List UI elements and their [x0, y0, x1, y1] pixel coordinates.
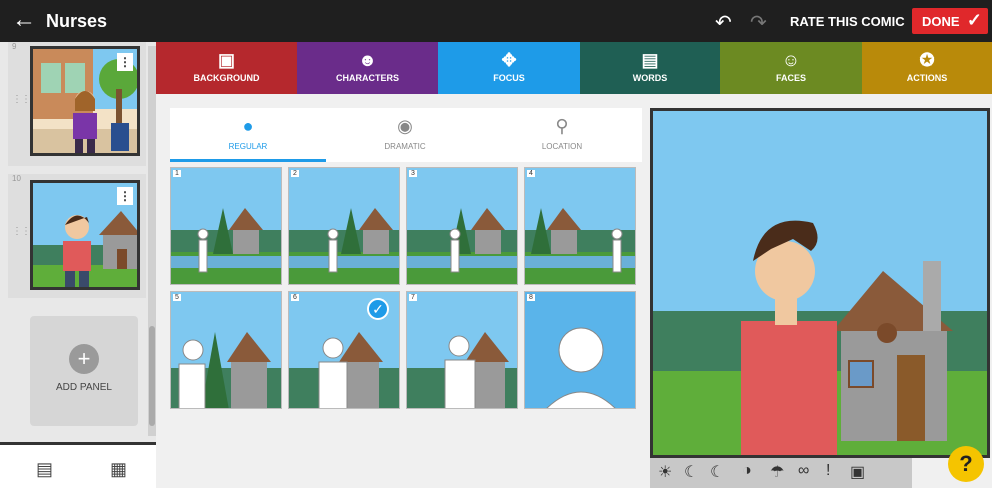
tab-background[interactable]: ▣ BACKGROUND	[156, 42, 297, 94]
tab-focus[interactable]: ✥ FOCUS	[438, 42, 580, 94]
subtab-location[interactable]: ⚲ LOCATION	[484, 108, 640, 162]
tab-faces[interactable]: ☺ FACES	[720, 42, 862, 94]
panel-slot-10[interactable]: 10 ⋮⋮ ⋮	[8, 174, 146, 298]
closeup-image	[525, 292, 635, 408]
add-panel-button[interactable]: + ADD PANEL	[30, 316, 138, 426]
panel-sidebar: 9 ⋮⋮ ⋮ 10 ⋮⋮ ⋮ + ADD PANEL ▤ ▦	[0, 42, 156, 488]
subtab-label: LOCATION	[541, 142, 583, 151]
panel-slot-9[interactable]: 9 ⋮⋮ ⋮	[8, 42, 146, 166]
tab-label: CHARACTERS	[336, 73, 399, 83]
comic-title: Nurses	[46, 11, 108, 31]
image-icon: ▣	[217, 50, 235, 70]
layout-bar: ▤ ▦	[0, 442, 156, 488]
tile-number: 1	[173, 170, 181, 177]
sun-icon[interactable]: ☀	[658, 462, 672, 482]
grid-layout-icon[interactable]: ▦	[110, 459, 127, 480]
scene-medium-image	[171, 292, 281, 408]
focus-option[interactable]: 7	[406, 291, 518, 409]
panel-number: 10	[12, 174, 21, 183]
subtab-label: DRAMATIC	[384, 142, 426, 151]
scrollbar-thumb[interactable]	[149, 326, 155, 426]
tile-number: 7	[409, 294, 417, 301]
focus-subtabs: ● REGULAR ◉ DRAMATIC ⚲ LOCATION	[170, 108, 642, 162]
redo-icon[interactable]: ↷	[750, 10, 767, 35]
tile-number: 6	[291, 294, 299, 301]
done-button[interactable]: DONE ✓	[912, 8, 988, 34]
top-bar: ← Nurses ↶ ↷ RATE THIS COMIC DONE ✓	[0, 0, 992, 42]
scene-wide-image	[407, 168, 517, 284]
speech-bubble-icon: ▤	[641, 50, 659, 70]
smiley-icon: ☺	[781, 50, 801, 70]
scene-wide-image	[289, 168, 399, 284]
plus-icon: +	[69, 344, 99, 374]
undo-icon[interactable]: ↶	[715, 10, 732, 35]
camera-icon[interactable]: ▣	[850, 462, 865, 482]
tab-actions[interactable]: ✪ ACTIONS	[862, 42, 992, 94]
done-label: DONE	[922, 14, 960, 29]
drag-handle-icon[interactable]: ⋮⋮	[12, 94, 31, 105]
sidebar-scrollbar[interactable]	[148, 46, 156, 436]
tile-number: 4	[527, 170, 535, 177]
scene-medium-image	[407, 292, 517, 408]
drag-handle-icon[interactable]: ⋮⋮	[12, 226, 31, 237]
swirl-icon[interactable]: ∞	[798, 462, 809, 480]
tab-label: ACTIONS	[906, 73, 948, 83]
tile-number: 8	[527, 294, 535, 301]
face-icon: ☻	[358, 50, 377, 70]
effects-toolbar: ☀ ☾ ☾ ◑ ☂ ∞ ! ▣	[650, 458, 912, 488]
location-pin-icon: ⚲	[555, 116, 569, 136]
tile-number: 5	[173, 294, 181, 301]
subtab-label: REGULAR	[228, 142, 268, 151]
panel-thumbnail[interactable]: ⋮	[30, 180, 140, 290]
running-figure-icon: ✪	[919, 50, 935, 70]
focus-option-selected[interactable]: 6 ✓	[288, 291, 400, 409]
focus-arrows-icon: ✥	[501, 50, 517, 70]
tile-number: 2	[291, 170, 299, 177]
focus-option[interactable]: 1	[170, 167, 282, 285]
focus-option[interactable]: 4	[524, 167, 636, 285]
focus-option[interactable]: 8	[524, 291, 636, 409]
tab-label: FACES	[775, 73, 806, 83]
moon-icon[interactable]: ☾	[684, 462, 698, 482]
stacked-layout-icon[interactable]: ▤	[36, 459, 53, 480]
rain-icon[interactable]: ☂	[770, 462, 784, 482]
panel-number: 9	[12, 42, 17, 51]
tab-characters[interactable]: ☻ CHARACTERS	[297, 42, 438, 94]
add-panel-label: ADD PANEL	[56, 382, 112, 393]
back-arrow-icon[interactable]: ←	[12, 8, 36, 32]
focus-option[interactable]: 3	[406, 167, 518, 285]
tab-label: BACKGROUND	[193, 73, 260, 83]
panel-menu-icon[interactable]: ⋮	[117, 53, 133, 71]
scene-wide-image	[525, 168, 635, 284]
editor-tabs: ▣ BACKGROUND ☻ CHARACTERS ✥ FOCUS ▤ WORD…	[156, 42, 992, 94]
tab-label: FOCUS	[493, 73, 525, 83]
comic-preview[interactable]	[650, 108, 990, 458]
check-icon: ✓	[966, 10, 982, 30]
exclamation-icon[interactable]: !	[826, 462, 830, 480]
scene-wide-image	[171, 168, 281, 284]
focus-option[interactable]: 2	[288, 167, 400, 285]
people-icon: ◉	[397, 116, 413, 136]
panel-thumbnail[interactable]: ⋮	[30, 46, 140, 156]
tile-number: 3	[409, 170, 417, 177]
subtab-regular[interactable]: ● REGULAR	[170, 108, 326, 162]
eclipse-icon[interactable]: ◑	[742, 462, 752, 480]
preview-scene-image	[653, 111, 987, 455]
person-focus-icon: ●	[242, 116, 254, 136]
rate-comic-button[interactable]: RATE THIS COMIC	[790, 14, 905, 29]
crescent-icon[interactable]: ☾	[710, 462, 724, 482]
tab-words[interactable]: ▤ WORDS	[580, 42, 720, 94]
subtab-dramatic[interactable]: ◉ DRAMATIC	[327, 108, 483, 162]
focus-option[interactable]: 5	[170, 291, 282, 409]
help-button[interactable]: ?	[948, 446, 984, 482]
selected-check-icon: ✓	[367, 298, 389, 320]
tab-label: WORDS	[632, 73, 668, 83]
panel-menu-icon[interactable]: ⋮	[117, 187, 133, 205]
